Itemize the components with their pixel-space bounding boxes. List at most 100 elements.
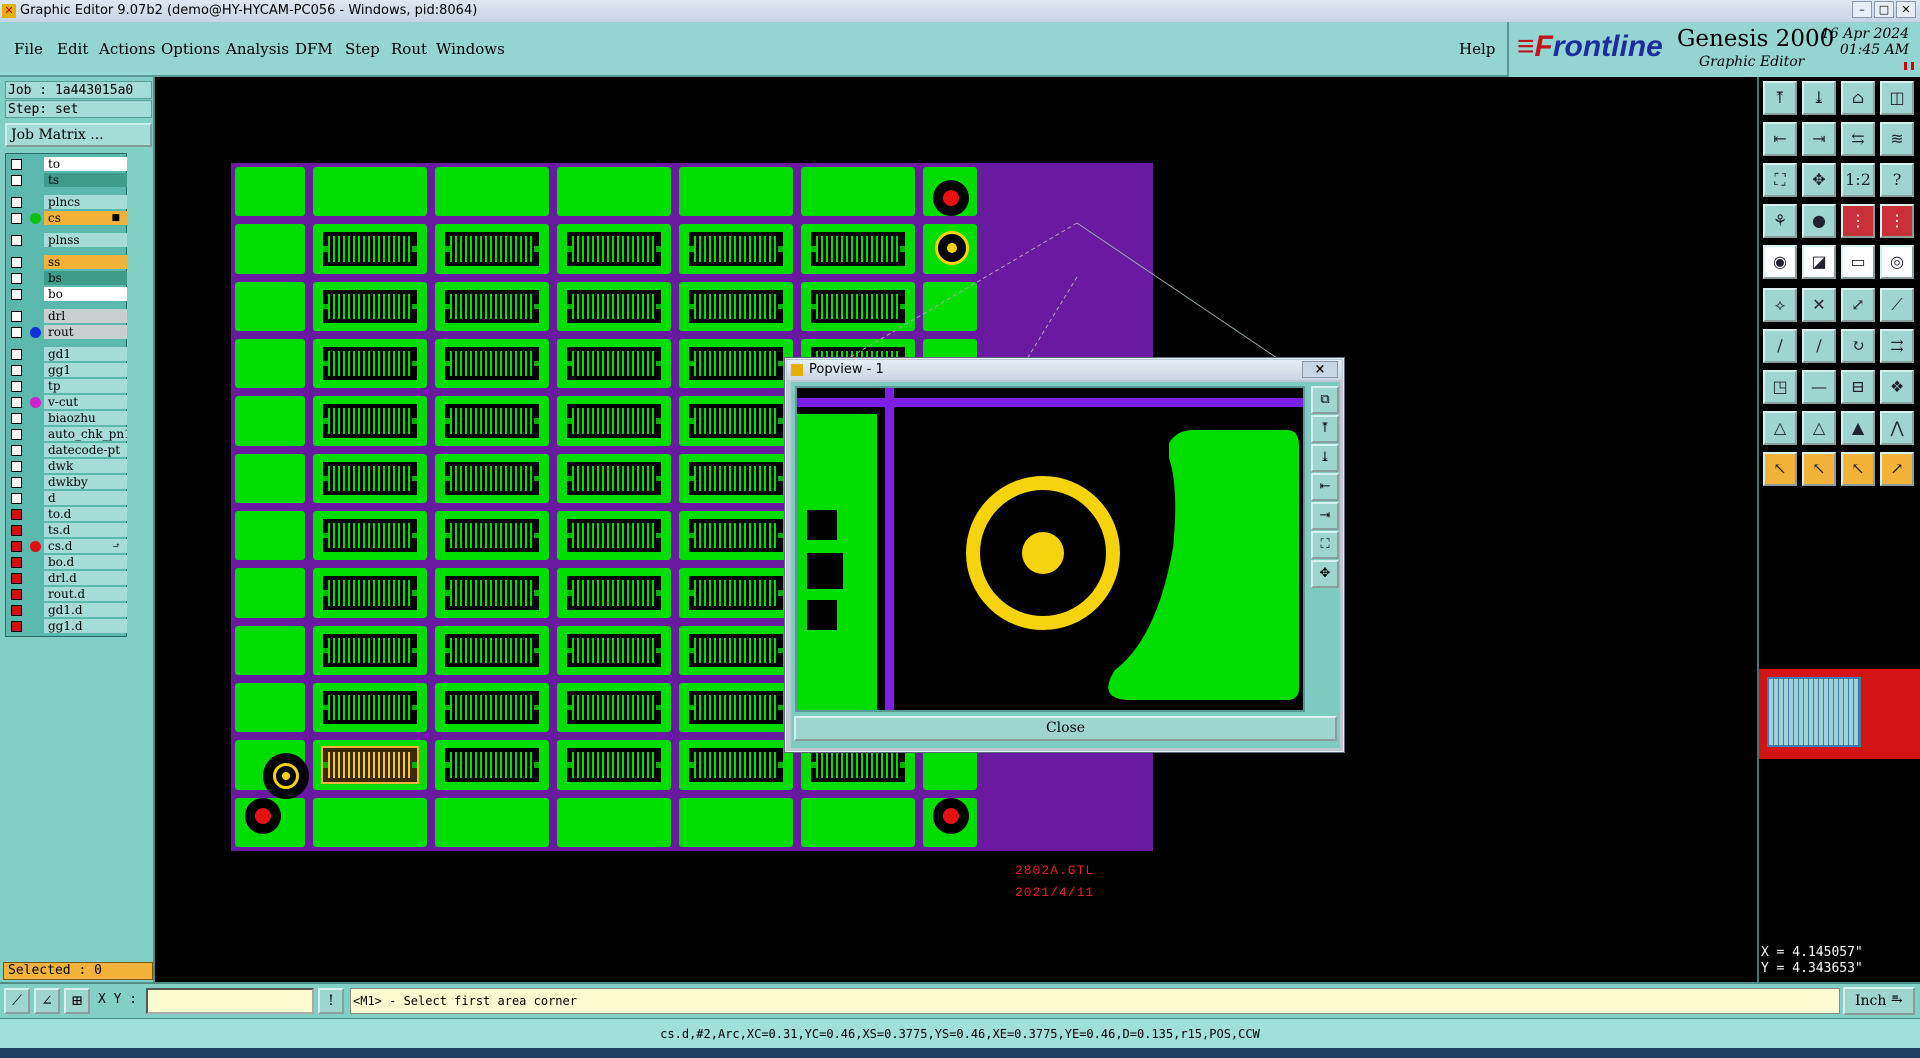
select-icon[interactable]: ↖: [1763, 452, 1797, 486]
menu-rout[interactable]: Rout: [391, 40, 427, 58]
layer-checkbox[interactable]: [11, 397, 22, 408]
route-icon[interactable]: ⟋: [1880, 288, 1914, 322]
info-icon[interactable]: !: [318, 988, 344, 1014]
popview-tool-4[interactable]: ⇤: [1311, 473, 1339, 501]
layer-row[interactable]: cs.d ⬏: [8, 538, 127, 554]
layer-name[interactable]: to: [44, 157, 127, 171]
delete-icon[interactable]: ✕: [1802, 288, 1836, 322]
layer-row[interactable]: datecode-pt: [8, 442, 127, 458]
split-icon[interactable]: ◫: [1880, 81, 1914, 115]
layer-checkbox[interactable]: [11, 477, 22, 488]
layer-name[interactable]: plncs: [44, 195, 127, 209]
select4-icon[interactable]: ↗: [1880, 452, 1914, 486]
layer-name[interactable]: gg1: [44, 363, 127, 377]
layer-name[interactable]: plnss: [44, 233, 127, 247]
popview-zoom-fit-icon[interactable]: ⛶: [1311, 531, 1339, 559]
layer-name[interactable]: ss: [44, 255, 127, 269]
maximize-button[interactable]: □: [1874, 1, 1894, 18]
select3-icon[interactable]: ↖: [1841, 452, 1875, 486]
move-icon[interactable]: ✥: [1802, 163, 1836, 197]
layer-row[interactable]: bo: [8, 286, 127, 302]
menu-step[interactable]: Step: [345, 40, 380, 58]
layer-row[interactable]: gg1: [8, 362, 127, 378]
snap-icon[interactable]: ⊟: [1841, 370, 1875, 404]
select2-icon[interactable]: ↖: [1802, 452, 1836, 486]
layer-name[interactable]: tp: [44, 379, 127, 393]
layer-checkbox[interactable]: [11, 541, 22, 552]
triangle2-icon[interactable]: △: [1802, 411, 1836, 445]
layer-row[interactable]: to.d: [8, 506, 127, 522]
layer-checkbox[interactable]: [11, 525, 22, 536]
layer-name[interactable]: ts: [44, 173, 127, 187]
peak-icon[interactable]: ⋀: [1880, 411, 1914, 445]
layer-name[interactable]: gd1: [44, 347, 127, 361]
layer-row[interactable]: cs ■: [8, 210, 127, 226]
layer-checkbox[interactable]: [11, 257, 22, 268]
home-icon[interactable]: ⌂: [1841, 81, 1875, 115]
layer-name[interactable]: drl.d: [44, 571, 127, 585]
connect-icon[interactable]: ⤢: [1841, 288, 1875, 322]
menu-actions[interactable]: Actions: [99, 40, 155, 58]
layer-checkbox[interactable]: [11, 605, 22, 616]
rotate-icon[interactable]: ↻: [1841, 329, 1875, 363]
layer-row[interactable]: bs: [8, 270, 127, 286]
zoom-up-icon[interactable]: ⤒: [1763, 81, 1797, 115]
pad-icon[interactable]: ◉: [1763, 245, 1797, 279]
popview-canvas[interactable]: [795, 386, 1305, 712]
menu-help[interactable]: Help: [1459, 40, 1495, 58]
job-matrix-button[interactable]: Job Matrix ...: [5, 123, 152, 147]
layer-checkbox[interactable]: [11, 327, 22, 338]
triangle-icon[interactable]: △: [1763, 411, 1797, 445]
popview-tool-3[interactable]: ⤓: [1311, 444, 1339, 472]
layer-row[interactable]: dwkby: [8, 474, 127, 490]
line-tool-icon[interactable]: ∕: [1763, 329, 1797, 363]
popview-close-button[interactable]: Close: [794, 716, 1337, 741]
layer-checkbox[interactable]: [11, 429, 22, 440]
layer-checkbox[interactable]: [11, 365, 22, 376]
layer-checkbox[interactable]: [11, 621, 22, 632]
menu-windows[interactable]: Windows: [436, 40, 505, 58]
popview-tool-5[interactable]: ⇥: [1311, 502, 1339, 530]
point-icon[interactable]: ●: [1802, 204, 1836, 238]
line-icon[interactable]: ▭: [1841, 245, 1875, 279]
layer-name[interactable]: drl: [44, 309, 127, 323]
layer-checkbox[interactable]: [11, 197, 22, 208]
layer-row[interactable]: tp: [8, 378, 127, 394]
layer-checkbox[interactable]: [11, 175, 22, 186]
layer-row[interactable]: rout: [8, 324, 127, 340]
menu-options[interactable]: Options: [161, 40, 220, 58]
layer-name[interactable]: d: [44, 491, 127, 505]
layer-row[interactable]: auto_chk_pn1: [8, 426, 127, 442]
slash-icon[interactable]: ∕: [1802, 329, 1836, 363]
grid-icon[interactable]: ⊞: [64, 988, 90, 1014]
wave-icon[interactable]: ≋: [1880, 122, 1914, 156]
layer-checkbox[interactable]: [11, 289, 22, 300]
minimize-button[interactable]: –: [1852, 1, 1872, 18]
layer-row[interactable]: biaozhu: [8, 410, 127, 426]
layer-checkbox[interactable]: [11, 213, 22, 224]
layer-name[interactable]: bo.d: [44, 555, 127, 569]
layer-row[interactable]: drl.d: [8, 570, 127, 586]
layer-checkbox[interactable]: [11, 311, 22, 322]
layer-checkbox[interactable]: [11, 273, 22, 284]
hline-icon[interactable]: —: [1802, 370, 1836, 404]
layer-checkbox[interactable]: [11, 159, 22, 170]
swap-icon[interactable]: ⇆: [1841, 122, 1875, 156]
layer-name[interactable]: bo: [44, 287, 127, 301]
triangle3-icon[interactable]: ▲: [1841, 411, 1875, 445]
layer-row[interactable]: ts.d: [8, 522, 127, 538]
corner-icon[interactable]: ◳: [1763, 370, 1797, 404]
close-window-button[interactable]: ✕: [1896, 1, 1916, 18]
layer-name[interactable]: dwk: [44, 459, 127, 473]
unit-selector[interactable]: Inch ⥱: [1843, 987, 1915, 1015]
layer-name[interactable]: gd1.d: [44, 603, 127, 617]
layer-checkbox[interactable]: [11, 445, 22, 456]
layer-checkbox[interactable]: [11, 381, 22, 392]
menu-analysis[interactable]: Analysis: [226, 40, 289, 58]
layer-name[interactable]: v-cut: [44, 395, 127, 409]
popview-tool-1[interactable]: ⧉: [1311, 386, 1339, 414]
popview-tool-2[interactable]: ⤒: [1311, 415, 1339, 443]
layer-row[interactable]: ts: [8, 172, 127, 188]
net-icon[interactable]: ⟡: [1763, 288, 1797, 322]
scale-icon[interactable]: 1:2: [1841, 163, 1875, 197]
